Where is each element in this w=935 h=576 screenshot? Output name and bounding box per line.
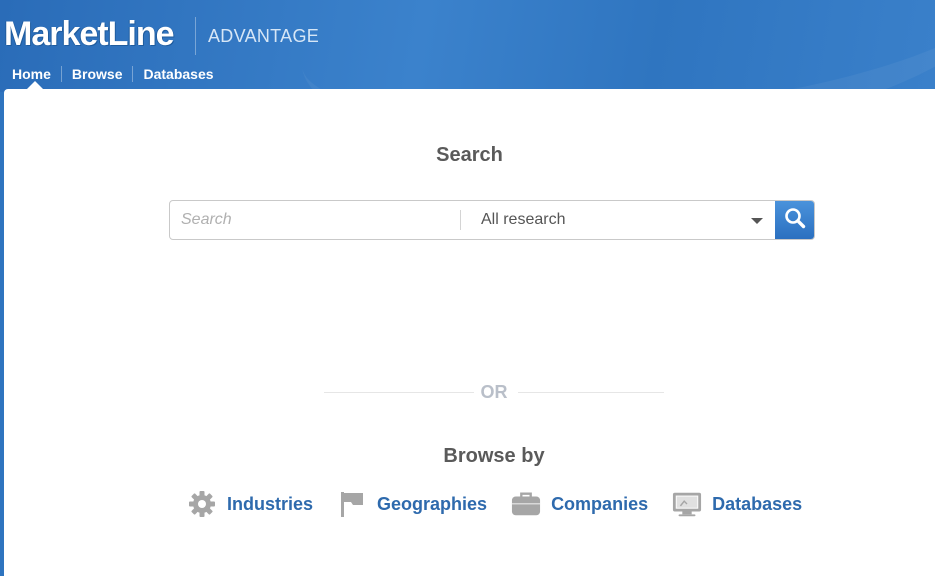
- search-input[interactable]: [170, 201, 460, 239]
- browse-databases-label: Databases: [712, 493, 803, 514]
- browse-companies[interactable]: Companies: [511, 489, 648, 519]
- chevron-down-icon: [751, 218, 763, 224]
- search-title: Search: [436, 144, 503, 166]
- logo-advantage: ADVANTAGE: [208, 26, 320, 46]
- briefcase-icon: [511, 489, 541, 519]
- search-scope-value: All research: [481, 211, 566, 228]
- nav-databases[interactable]: Databases: [133, 65, 223, 83]
- browse-companies-label: Companies: [551, 493, 649, 514]
- browse-industries[interactable]: Industries: [187, 489, 313, 519]
- browse-industries-label: Industries: [227, 493, 314, 514]
- monitor-icon: [672, 489, 702, 519]
- search-scope-select[interactable]: All research: [461, 201, 775, 239]
- nav-browse[interactable]: Browse: [62, 65, 133, 83]
- magnifier-icon: [783, 206, 807, 235]
- browse-geographies[interactable]: Geographies: [337, 489, 487, 519]
- active-nav-caret: [27, 81, 43, 89]
- flag-icon: [337, 489, 367, 519]
- main-content: Search All research OR Browse by: [4, 89, 935, 576]
- browse-title: Browse by: [443, 445, 545, 467]
- logo-text: MarketLine: [4, 14, 174, 53]
- marketline-logo[interactable]: MarketLine: [4, 12, 174, 56]
- header-decoration: [290, 0, 935, 92]
- browse-geographies-label: Geographies: [377, 493, 488, 514]
- search-button[interactable]: [775, 201, 814, 239]
- logo-divider: [195, 17, 196, 55]
- or-label: OR: [480, 382, 508, 402]
- gear-icon: [187, 489, 217, 519]
- search-bar: All research: [169, 200, 815, 240]
- header-bar: MarketLine ADVANTAGE Home Browse Databas…: [0, 0, 935, 92]
- browse-options: Industries Geographies Companies Databas…: [187, 487, 826, 521]
- browse-databases[interactable]: Databases: [672, 489, 802, 519]
- or-divider: OR: [324, 381, 664, 405]
